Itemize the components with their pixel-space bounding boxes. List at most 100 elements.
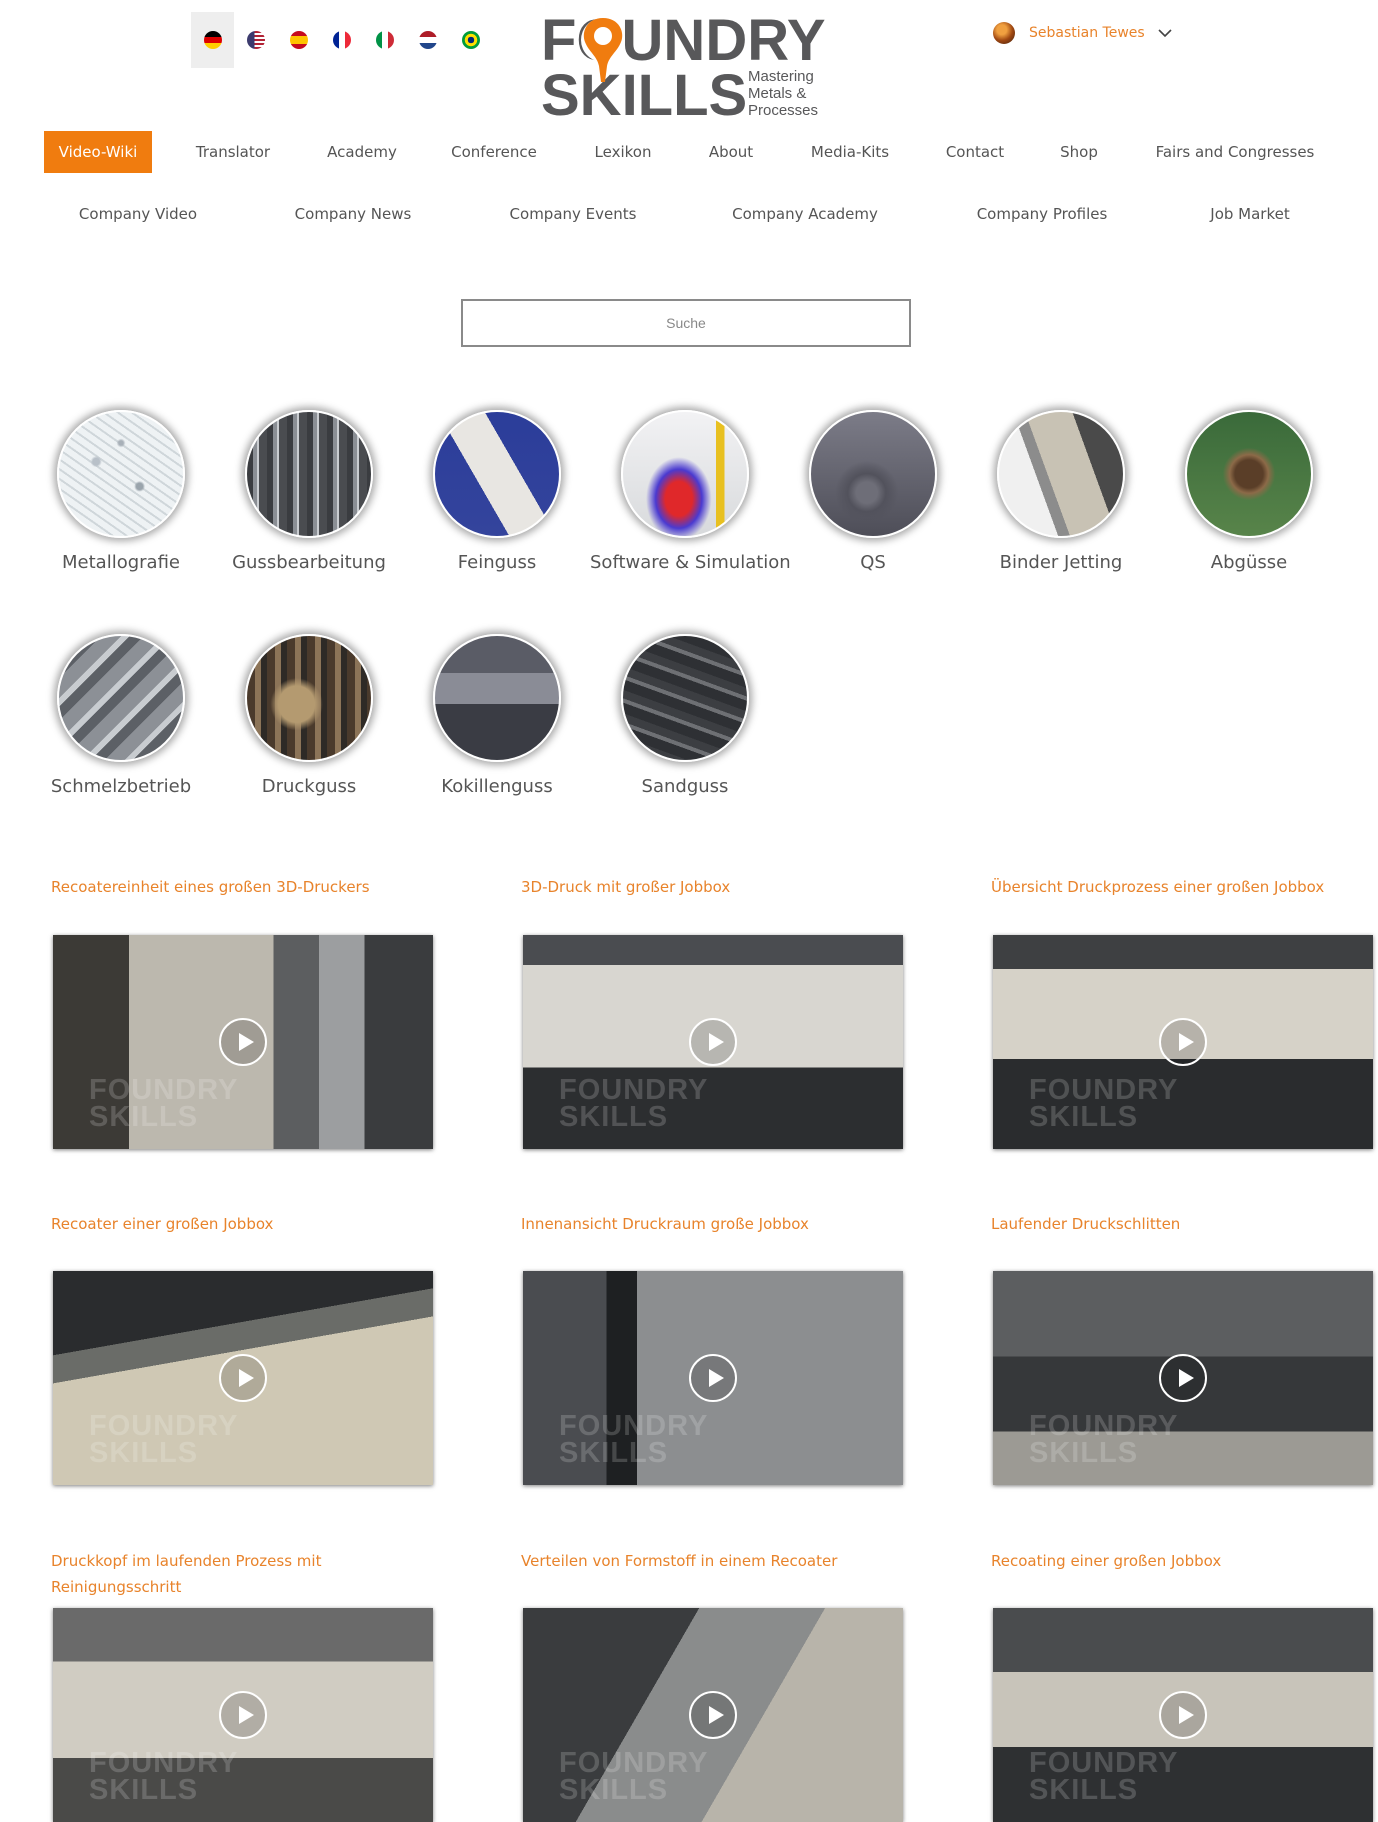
nav-about[interactable]: About xyxy=(696,131,766,173)
video-title[interactable]: Druckkopf im laufenden Prozess mit Reini… xyxy=(51,1548,381,1600)
video-title[interactable]: Innenansicht Druckraum große Jobbox xyxy=(521,1211,911,1237)
video-player[interactable]: FOUNDRY SKILLS xyxy=(53,935,433,1149)
video-player[interactable]: FOUNDRY SKILLS xyxy=(53,1271,433,1485)
video-title[interactable]: Recoating einer großen Jobbox xyxy=(991,1548,1378,1574)
nav-translator[interactable]: Translator xyxy=(183,131,283,173)
watermark-logo: FOUNDRY SKILLS xyxy=(559,1074,709,1133)
category-image[interactable] xyxy=(621,634,749,762)
subnav-company-news[interactable]: Company News xyxy=(295,205,412,223)
play-icon[interactable] xyxy=(689,1691,737,1739)
language-us[interactable] xyxy=(234,12,277,68)
category-label: Binder Jetting xyxy=(999,552,1123,573)
flag-netherlands-icon xyxy=(418,31,437,49)
video-title[interactable]: 3D-Druck mit großer Jobbox xyxy=(521,874,911,900)
category-label: Sandguss xyxy=(641,776,729,797)
watermark-logo: FOUNDRY SKILLS xyxy=(559,1747,709,1806)
flag-italy-icon xyxy=(375,31,394,49)
language-it[interactable] xyxy=(363,12,406,68)
category-image[interactable] xyxy=(245,634,373,762)
flag-usa-icon xyxy=(246,31,265,49)
category-label: Feinguss xyxy=(457,552,537,573)
video-title[interactable]: Recoatereinheit eines großen 3D-Druckers xyxy=(51,874,441,900)
language-fr[interactable] xyxy=(320,12,363,68)
nav-academy[interactable]: Academy xyxy=(312,131,412,173)
subnav-job-market[interactable]: Job Market xyxy=(1210,205,1289,223)
category-metallografie[interactable]: Metallografie xyxy=(26,410,216,573)
nav-contact[interactable]: Contact xyxy=(935,131,1015,173)
category-image[interactable] xyxy=(621,410,749,538)
category-qs[interactable]: QS xyxy=(778,410,968,573)
category-image[interactable] xyxy=(433,634,561,762)
category-schmelzbetrieb[interactable]: Schmelzbetrieb xyxy=(26,634,216,797)
foundry-skills-logo[interactable]: FOUNDRY SKILLS Mastering Metals & Proces… xyxy=(541,10,831,120)
category-software-simulation[interactable]: Software & Simulation xyxy=(590,410,791,573)
video-player[interactable]: FOUNDRY SKILLS xyxy=(523,935,903,1149)
play-icon[interactable] xyxy=(689,1354,737,1402)
subnav-company-profiles[interactable]: Company Profiles xyxy=(977,205,1108,223)
category-feinguss[interactable]: Feinguss xyxy=(402,410,592,573)
video-title[interactable]: Laufender Druckschlitten xyxy=(991,1211,1378,1237)
category-label: Abgüsse xyxy=(1210,552,1288,573)
category-kokillenguss[interactable]: Kokillenguss xyxy=(402,634,592,797)
category-image[interactable] xyxy=(809,410,937,538)
language-selector xyxy=(191,12,492,68)
category-gussbearbeitung[interactable]: Gussbearbeitung xyxy=(214,410,404,573)
company-subnav: Company Video Company News Company Event… xyxy=(0,205,1378,229)
language-nl[interactable] xyxy=(406,12,449,68)
play-icon[interactable] xyxy=(219,1018,267,1066)
language-br[interactable] xyxy=(449,12,492,68)
category-label: Kokillenguss xyxy=(441,776,553,797)
language-de[interactable] xyxy=(191,12,234,68)
video-title[interactable]: Verteilen von Formstoff in einem Recoate… xyxy=(521,1548,911,1574)
play-icon[interactable] xyxy=(1159,1354,1207,1402)
user-menu[interactable]: Sebastian Tewes xyxy=(993,18,1173,48)
subnav-company-academy[interactable]: Company Academy xyxy=(732,205,878,223)
category-binder-jetting[interactable]: Binder Jetting xyxy=(966,410,1156,573)
video-title[interactable]: Recoater einer großen Jobbox xyxy=(51,1211,441,1237)
avatar[interactable] xyxy=(993,22,1015,44)
svg-text:Metals &: Metals & xyxy=(748,85,806,102)
play-icon[interactable] xyxy=(1159,1018,1207,1066)
category-image[interactable] xyxy=(997,410,1125,538)
nav-fairs-and-congresses[interactable]: Fairs and Congresses xyxy=(1140,131,1330,173)
nav-video-wiki[interactable]: Video-Wiki xyxy=(44,131,152,173)
nav-lexikon[interactable]: Lexikon xyxy=(578,131,668,173)
video-player[interactable]: FOUNDRY SKILLS xyxy=(993,1271,1373,1485)
play-icon[interactable] xyxy=(689,1018,737,1066)
category-image[interactable] xyxy=(1185,410,1313,538)
category-image[interactable] xyxy=(245,410,373,538)
category-label: Software & Simulation xyxy=(590,552,791,573)
chevron-down-icon[interactable] xyxy=(1157,25,1173,41)
video-player[interactable]: FOUNDRY SKILLS xyxy=(53,1608,433,1822)
svg-text:SKILLS: SKILLS xyxy=(541,63,747,120)
subnav-company-events[interactable]: Company Events xyxy=(510,205,637,223)
category-label: QS xyxy=(860,552,886,573)
video-player[interactable]: FOUNDRY SKILLS xyxy=(523,1608,903,1822)
play-icon[interactable] xyxy=(219,1354,267,1402)
video-title[interactable]: Übersicht Druckprozess einer großen Jobb… xyxy=(991,874,1378,900)
category-image[interactable] xyxy=(57,634,185,762)
video-player[interactable]: FOUNDRY SKILLS xyxy=(993,935,1373,1149)
watermark-logo: FOUNDRY SKILLS xyxy=(89,1074,239,1133)
play-icon[interactable] xyxy=(1159,1691,1207,1739)
nav-media-kits[interactable]: Media-Kits xyxy=(795,131,905,173)
play-icon[interactable] xyxy=(219,1691,267,1739)
category-image[interactable] xyxy=(433,410,561,538)
search-input[interactable] xyxy=(461,299,911,347)
category-sandguss[interactable]: Sandguss xyxy=(590,634,780,797)
watermark-logo: FOUNDRY SKILLS xyxy=(1029,1747,1179,1806)
category-image[interactable] xyxy=(57,410,185,538)
subnav-company-video[interactable]: Company Video xyxy=(79,205,197,223)
user-name[interactable]: Sebastian Tewes xyxy=(1029,25,1145,41)
category-abguesse[interactable]: Abgüsse xyxy=(1154,410,1344,573)
category-druckguss[interactable]: Druckguss xyxy=(214,634,404,797)
category-label: Schmelzbetrieb xyxy=(50,776,192,797)
category-label: Metallografie xyxy=(62,552,180,573)
nav-shop[interactable]: Shop xyxy=(1044,131,1114,173)
main-nav: Video-Wiki Translator Academy Conference… xyxy=(0,131,1378,173)
svg-text:Mastering: Mastering xyxy=(748,68,814,85)
language-es[interactable] xyxy=(277,12,320,68)
video-player[interactable]: FOUNDRY SKILLS xyxy=(523,1271,903,1485)
nav-conference[interactable]: Conference xyxy=(439,131,549,173)
video-player[interactable]: FOUNDRY SKILLS xyxy=(993,1608,1373,1822)
